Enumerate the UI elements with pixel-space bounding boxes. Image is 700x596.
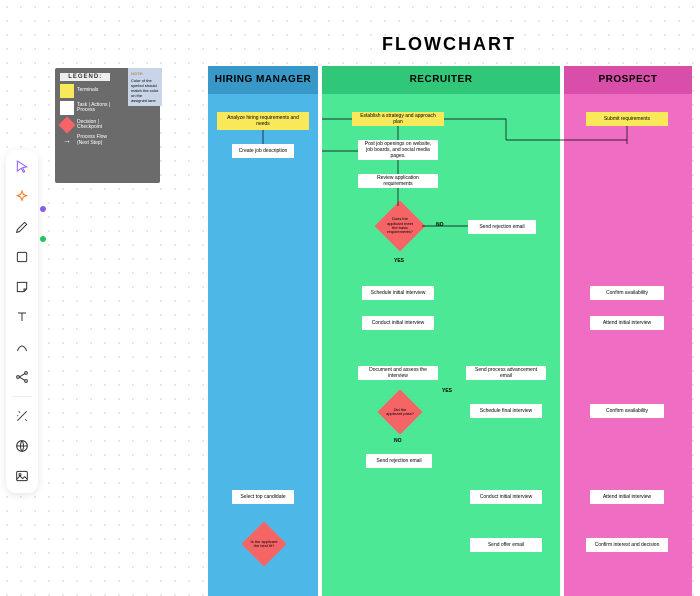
node-task[interactable]: Schedule final interview xyxy=(470,404,542,418)
legend-label: Process Flow (Next Step) xyxy=(77,135,110,146)
node-terminal[interactable]: Submit requirements xyxy=(586,112,668,126)
node-task[interactable]: Send rejection email xyxy=(366,454,432,468)
node-task[interactable]: Post job openings on website, job boards… xyxy=(358,140,438,160)
node-task[interactable]: Confirm availability xyxy=(590,286,664,300)
nodes-icon[interactable] xyxy=(11,366,33,388)
node-terminal[interactable]: Establish a strategy and approach plan xyxy=(352,112,444,126)
node-task[interactable]: Conduct initial interview xyxy=(362,316,434,330)
node-task[interactable]: Attend initial interview xyxy=(590,316,664,330)
node-task[interactable]: Select top candidate xyxy=(232,490,294,504)
node-task[interactable]: Send process advancement email xyxy=(466,366,546,380)
node-task[interactable]: Confirm availability xyxy=(590,404,664,418)
edge-label: YES xyxy=(442,388,452,394)
node-decision[interactable]: Does the applicant meet the basic requir… xyxy=(376,202,424,250)
sticky-note-icon[interactable] xyxy=(11,276,33,298)
node-terminal[interactable]: Analyze hiring requirements and needs xyxy=(217,112,309,130)
legend-label: Decision | Checkpoint xyxy=(77,120,110,131)
node-task[interactable]: Review application requirements xyxy=(358,174,438,188)
arrow-icon: → xyxy=(60,136,74,145)
legend-header: LEGEND: xyxy=(60,73,110,81)
node-task[interactable]: Send rejection email xyxy=(468,220,536,234)
sparkle-icon[interactable] xyxy=(11,186,33,208)
lane-header: RECRUITER xyxy=(322,66,560,94)
edge-label: YES xyxy=(394,258,404,264)
note-heading: NOTE: xyxy=(131,71,159,76)
legend-label: Terminals xyxy=(77,88,98,94)
legend-decision-swatch xyxy=(59,117,76,134)
legend-terminal-swatch xyxy=(60,84,74,98)
legend-label: Task | Actions | Process xyxy=(77,103,110,114)
edge-label: NO xyxy=(436,222,444,228)
pen-icon[interactable] xyxy=(11,216,33,238)
lane-hiring-manager: HIRING MANAGER Analyze hiring requiremen… xyxy=(208,66,318,596)
node-task[interactable]: Send offer email xyxy=(470,538,542,552)
node-task[interactable]: Conduct initial interview xyxy=(470,490,542,504)
swimlanes: HIRING MANAGER Analyze hiring requiremen… xyxy=(208,66,700,596)
node-task[interactable]: Create job description xyxy=(232,144,294,158)
color-dot xyxy=(40,236,46,242)
lane-header: HIRING MANAGER xyxy=(208,66,318,94)
legend-task-swatch xyxy=(60,101,74,115)
node-decision[interactable]: Is the applicant the best fit? xyxy=(242,522,286,566)
lane-header: PROSPECT xyxy=(564,66,692,94)
connector-icon[interactable] xyxy=(11,336,33,358)
cursor-icon[interactable] xyxy=(11,156,33,178)
square-icon[interactable] xyxy=(11,246,33,268)
edge-label: NO xyxy=(394,438,402,444)
diagram-title: FLOWCHART xyxy=(198,34,700,55)
node-decision[interactable]: Did the applicant pass? xyxy=(378,390,422,434)
lane-prospect: PROSPECT Submit requirements Confirm ava… xyxy=(564,66,692,596)
image-icon[interactable] xyxy=(11,465,33,487)
toolbar xyxy=(6,150,38,493)
note-panel: NOTE: Color of the symbol should match t… xyxy=(128,68,162,106)
magic-icon[interactable] xyxy=(11,405,33,427)
node-task[interactable]: Confirm interest and decision xyxy=(586,538,668,552)
node-task[interactable]: Attend initial interview xyxy=(590,490,664,504)
text-icon[interactable] xyxy=(11,306,33,328)
note-body: Color of the symbol should match the col… xyxy=(131,78,159,103)
flowchart-canvas[interactable]: FLOWCHART HIRING MANAGER Analyze hiring … xyxy=(198,0,700,596)
divider xyxy=(12,396,32,397)
color-dot xyxy=(40,206,46,212)
globe-icon[interactable] xyxy=(11,435,33,457)
node-task[interactable]: Schedule initial interview xyxy=(362,286,434,300)
node-task[interactable]: Document and assess the interview xyxy=(358,366,438,380)
lane-recruiter: RECRUITER Establish a strategy and appro… xyxy=(322,66,560,596)
